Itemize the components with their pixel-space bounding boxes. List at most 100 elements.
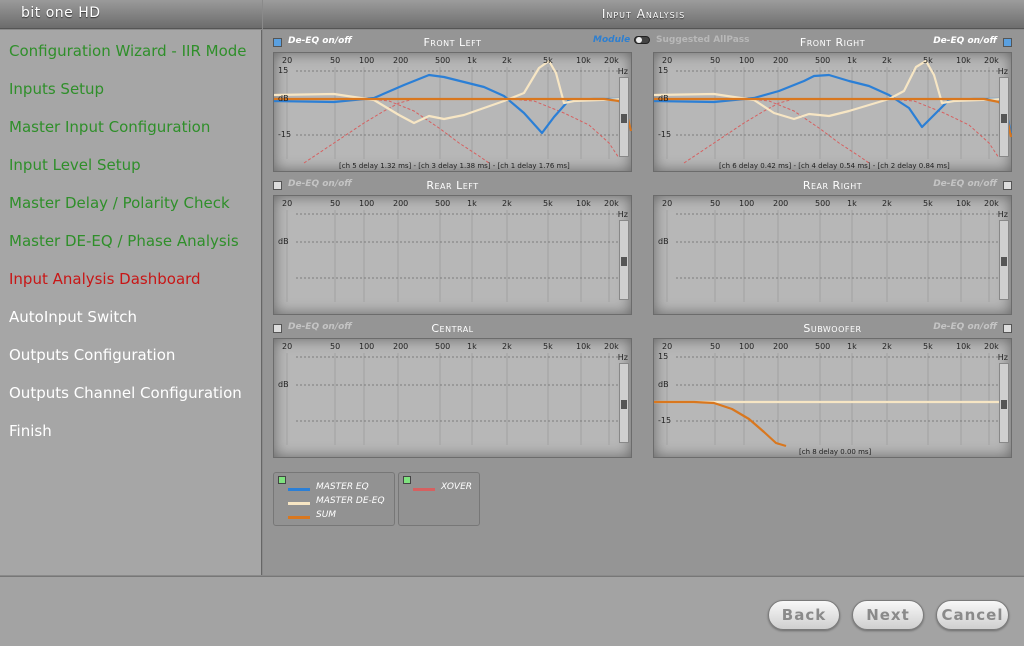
analysis-dashboard: Front Left De-EQ on/off 20 50 100 200 500 1k 2k 5…: [263, 30, 1024, 575]
panel-header-subwoofer: Subwoofer De-EQ on/off: [653, 322, 1012, 336]
legend-toggle-xover[interactable]: [403, 476, 411, 484]
next-button[interactable]: Next: [852, 600, 924, 630]
module-label: Module: [593, 35, 631, 45]
nav-step-inputs-setup[interactable]: Inputs Setup: [9, 80, 104, 98]
freq-tick-label-2k: 2k: [502, 56, 512, 65]
hz-axis-label: Hz: [617, 353, 628, 362]
level-scrollbar-front-right[interactable]: [999, 77, 1009, 157]
deeq-toggle-front-left[interactable]: [273, 38, 282, 47]
hz-axis-label: Hz: [617, 67, 628, 76]
legend-swatch-1: [288, 502, 310, 505]
back-button[interactable]: Back: [768, 600, 840, 630]
deeq-toggle-central[interactable]: [273, 324, 282, 333]
nav-step-master-deeq-phase[interactable]: Master DE-EQ / Phase Analysis: [9, 232, 239, 250]
freq-tick-label-10k: 10k: [576, 342, 591, 351]
freq-tick-label-2k: 2k: [882, 199, 892, 208]
freq-tick-label-2k: 2k: [882, 56, 892, 65]
master-deeq-curve: [654, 59, 1005, 121]
graph-rear-left: 20 50 100 200 500 1k 2k 5k 10k 20k Hz dB: [273, 195, 632, 315]
deeq-toggle-front-right[interactable]: [1003, 38, 1012, 47]
freq-tick-label-50: 50: [330, 342, 341, 351]
freq-tick-label-500: 500: [815, 56, 831, 65]
nav-step-autoinput-switch[interactable]: AutoInput Switch: [9, 308, 137, 326]
level-scrollbar-rear-left[interactable]: [619, 220, 629, 300]
sum-curve: [654, 400, 787, 448]
panel-header-rear-right: Rear Right De-EQ on/off: [653, 179, 1012, 193]
freq-tick-label-20k: 20k: [984, 56, 999, 65]
scrollbar-thumb[interactable]: [1001, 114, 1007, 123]
deeq-toggle-rear-right[interactable]: [1003, 181, 1012, 190]
level-scrollbar-central[interactable]: [619, 363, 629, 443]
deeq-toggle-subwoofer[interactable]: [1003, 324, 1012, 333]
graph-plot-subwoofer: [654, 353, 999, 448]
freq-tick-label-5k: 5k: [923, 199, 933, 208]
freq-tick-label-100: 100: [739, 56, 755, 65]
cancel-button[interactable]: Cancel: [936, 600, 1009, 630]
freq-tick-label-1k: 1k: [467, 342, 477, 351]
freq-tick-label-100: 100: [359, 199, 375, 208]
panel-title-central: Central: [431, 322, 474, 335]
scrollbar-thumb[interactable]: [1001, 400, 1007, 409]
freq-tick-label-10k: 10k: [956, 199, 971, 208]
graph-front-left: 20 50 100 200 500 1k 2k 5k 10k 20k Hz dB 15 -15 [ch 5 …: [273, 52, 633, 172]
freq-tick-label-20: 20: [662, 56, 673, 65]
freq-tick-label-50: 50: [710, 199, 721, 208]
level-scrollbar-rear-right[interactable]: [999, 220, 1009, 300]
panel-title-subwoofer: Subwoofer: [803, 322, 862, 335]
db-axis-label: dB: [658, 237, 669, 246]
freq-tick-label-10k: 10k: [956, 56, 971, 65]
panel-header-central: Central De-EQ on/off: [273, 322, 632, 336]
freq-tick-label-200: 200: [773, 342, 789, 351]
level-scrollbar-front-left[interactable]: [619, 77, 629, 157]
hz-axis-label: Hz: [997, 353, 1008, 362]
deeq-label-front-left: De-EQ on/off: [288, 36, 352, 46]
deeq-label-subwoofer: De-EQ on/off: [933, 322, 997, 332]
nav-step-finish[interactable]: Finish: [9, 422, 52, 440]
scrollbar-thumb[interactable]: [621, 400, 627, 409]
db-top-label: 15: [658, 66, 669, 75]
nav-step-outputs-channel-configuration[interactable]: Outputs Channel Configuration: [9, 384, 242, 402]
freq-tick-label-20: 20: [662, 342, 673, 351]
db-bottom-label: -15: [658, 416, 672, 425]
freq-tick-label-500: 500: [815, 199, 831, 208]
legend-swatch-2: [288, 516, 310, 519]
master-deeq-curve: [274, 59, 625, 125]
panel-title-rear-right: Rear Right: [802, 179, 863, 192]
freq-tick-label-2k: 2k: [882, 342, 892, 351]
nav-step-input-level-setup[interactable]: Input Level Setup: [9, 156, 141, 174]
legend-label-0: MASTER EQ: [316, 482, 369, 492]
scrollbar-thumb[interactable]: [621, 114, 627, 123]
nav-step-master-input-configuration[interactable]: Master Input Configuration: [9, 118, 210, 136]
nav-step-master-delay-polarity[interactable]: Master Delay / Polarity Check: [9, 194, 230, 212]
deeq-toggle-rear-left[interactable]: [273, 181, 282, 190]
title-bar: Input Analysis: [263, 0, 1024, 29]
legend-box-xover: XOVER: [398, 472, 480, 526]
freq-tick-label-1k: 1k: [847, 56, 857, 65]
scrollbar-thumb[interactable]: [621, 257, 627, 266]
panel-header-front-left: Front Left De-EQ on/off: [273, 36, 632, 50]
level-scrollbar-subwoofer[interactable]: [999, 363, 1009, 443]
freq-tick-label-20: 20: [282, 199, 293, 208]
graph-plot-front-right: [654, 59, 1013, 164]
legend-toggle-eq[interactable]: [278, 476, 286, 484]
wizard-steps-sidebar: Configuration Wizard - IIR Mode Inputs S…: [0, 30, 262, 575]
suggested-allpass-label: Suggested AllPass: [656, 35, 750, 45]
freq-tick-label-50: 50: [710, 342, 721, 351]
panel-title-front-left: Front Left: [423, 36, 482, 49]
hz-axis-label: Hz: [617, 210, 628, 219]
legend-label-xover: XOVER: [441, 482, 473, 492]
freq-tick-label-50: 50: [330, 199, 341, 208]
db-axis-label: dB: [658, 380, 669, 389]
freq-tick-label-200: 200: [773, 56, 789, 65]
nav-step-input-analysis-dashboard[interactable]: Input Analysis Dashboard: [9, 270, 201, 288]
graph-central: 20 50 100 200 500 1k 2k 5k 10k 20k Hz dB: [273, 338, 632, 458]
scrollbar-thumb[interactable]: [1001, 257, 1007, 266]
deeq-label-front-right: De-EQ on/off: [933, 36, 997, 46]
db-top-label: 15: [278, 66, 289, 75]
freq-tick-label-100: 100: [359, 342, 375, 351]
db-axis-label: dB: [278, 237, 289, 246]
freq-tick-label-2k: 2k: [502, 199, 512, 208]
nav-step-outputs-configuration[interactable]: Outputs Configuration: [9, 346, 175, 364]
module-switch[interactable]: [634, 36, 650, 44]
nav-step-configuration-wizard[interactable]: Configuration Wizard - IIR Mode: [9, 42, 247, 60]
